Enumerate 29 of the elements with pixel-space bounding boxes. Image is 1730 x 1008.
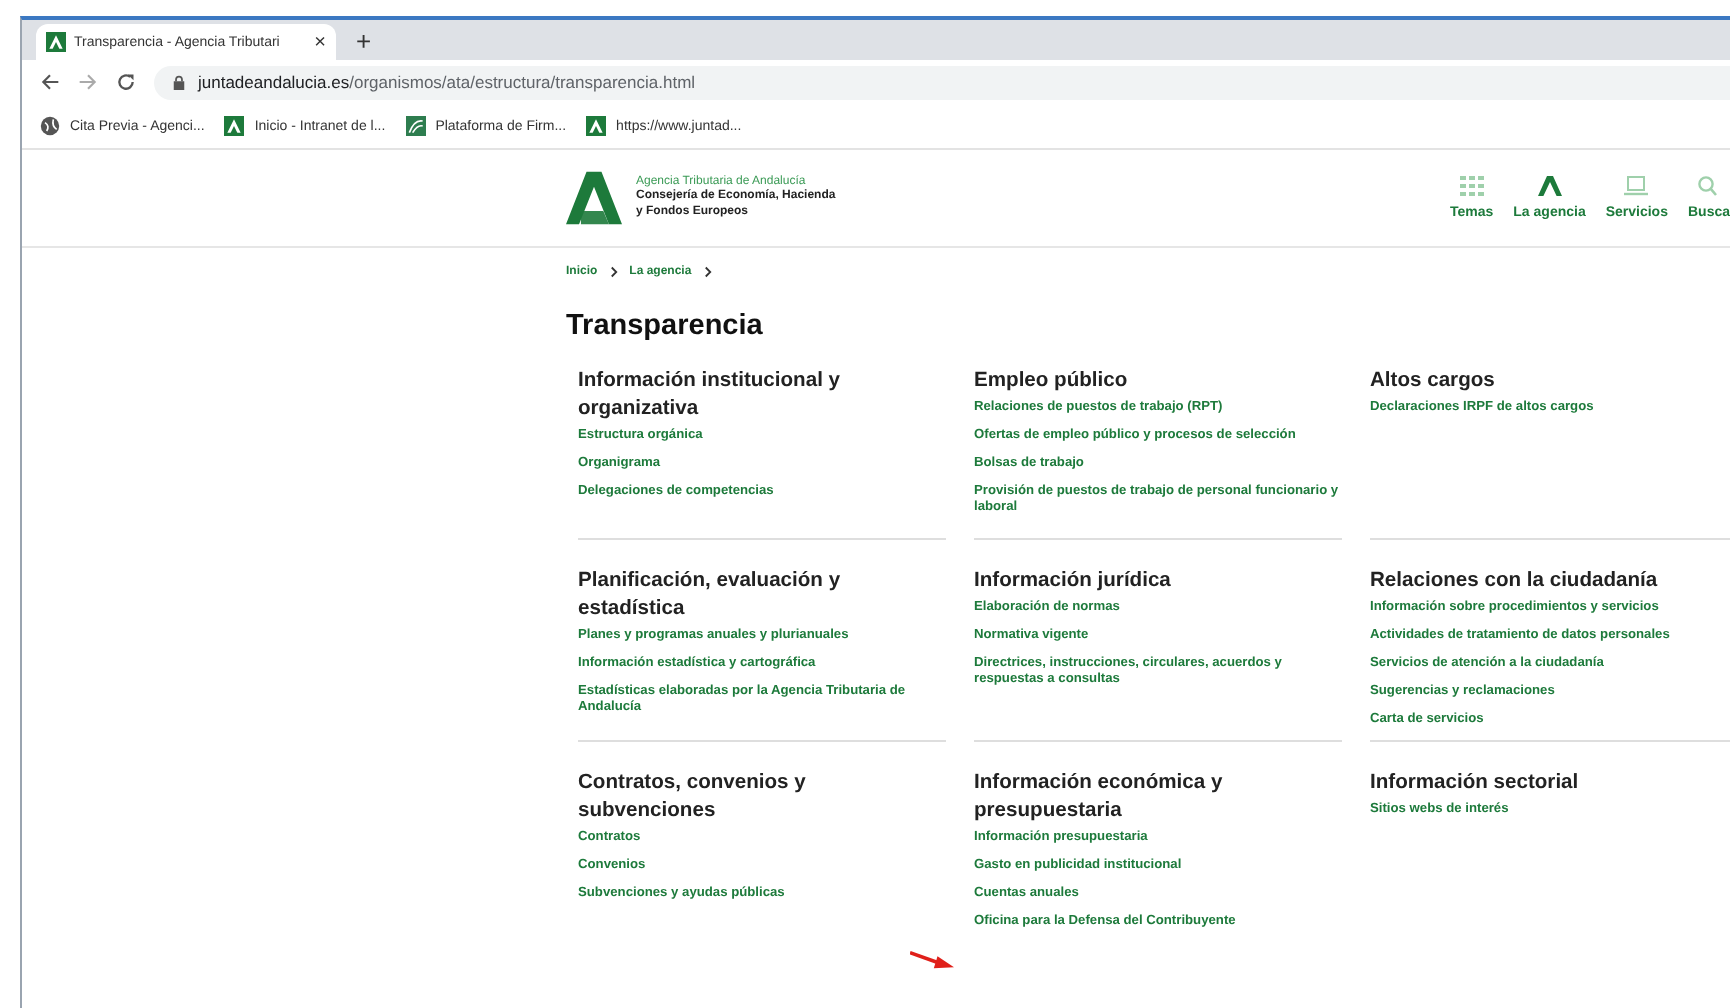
section-heading: Relaciones con la ciudadanía [1370, 568, 1660, 596]
section-heading: Información institucional y organizativa [578, 368, 843, 424]
address-field[interactable]: juntadeandalucia.es/organismos/ata/estructura/transparencia.html [154, 65, 1730, 99]
section-heading: Empleo público [974, 368, 1130, 396]
grid-icon [1459, 176, 1484, 196]
lock-icon [172, 73, 186, 91]
laptop-icon [1624, 176, 1649, 196]
logo-icon[interactable] [566, 170, 622, 226]
annotation-arrow [910, 950, 954, 970]
reload-icon[interactable] [116, 72, 136, 92]
back-icon[interactable] [40, 72, 60, 92]
search-icon [1696, 176, 1721, 196]
globe-icon [40, 116, 60, 136]
signature-icon [405, 116, 426, 136]
section-heading: Altos cargos [1370, 368, 1497, 396]
section-heading: Planificación, evaluación y estadística [578, 568, 843, 624]
section-heading: Contratos, convenios y subvenciones [578, 770, 808, 826]
section-heading: Información jurídica [974, 568, 1173, 596]
page-title: Transparencia [566, 308, 765, 344]
new-tab-button[interactable]: + [356, 25, 372, 55]
logo-icon [1537, 176, 1562, 196]
close-button[interactable]: × [314, 31, 326, 53]
logo-icon [46, 32, 66, 52]
section-heading: Información sectorial [1370, 770, 1581, 798]
logo-icon [586, 116, 607, 136]
section-heading: Información económica y presupuestaria [974, 770, 1225, 826]
chevron-icon [609, 266, 618, 278]
chevron-icon [703, 266, 712, 278]
logo-icon [224, 116, 245, 136]
